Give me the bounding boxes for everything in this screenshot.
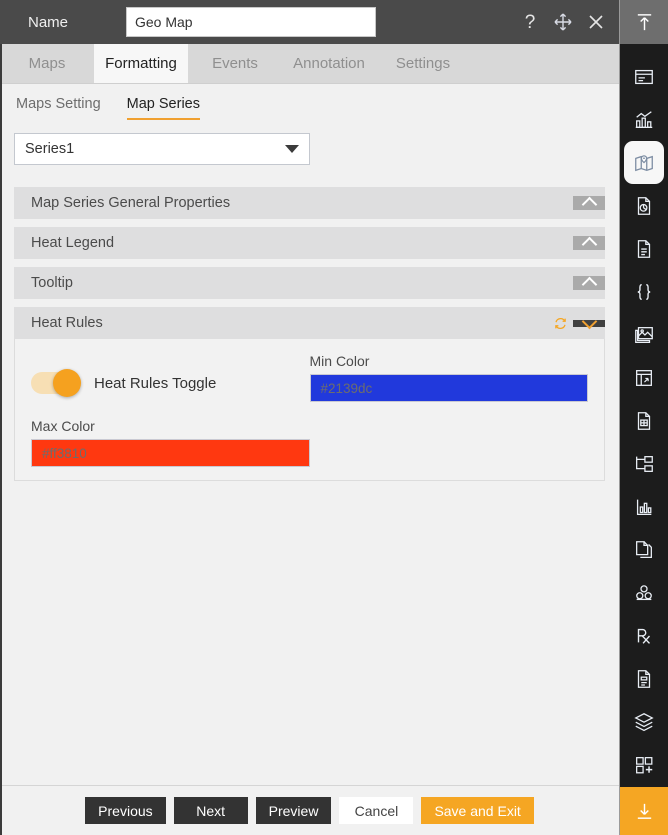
sub-tab-bar: Maps Setting Map Series (0, 84, 619, 121)
refresh-icon[interactable] (547, 316, 573, 331)
page-grid-icon[interactable] (624, 399, 664, 442)
cubes-icon[interactable] (624, 571, 664, 614)
map-pin-icon[interactable] (624, 141, 664, 184)
section-map-series-general-properties[interactable]: Map Series General Properties (14, 187, 605, 219)
curly-braces-icon[interactable] (624, 270, 664, 313)
title-bar: Name ? (0, 0, 619, 44)
heat-rules-toggle-row: Heat Rules Toggle (31, 369, 310, 397)
bar-chart-icon[interactable] (624, 98, 664, 141)
window-controls: ? (520, 12, 606, 32)
toggle-knob (53, 369, 81, 397)
heat-rules-row-bottom: Max Color #ff3810 (31, 418, 588, 467)
dialog-body: Name ? (0, 0, 620, 835)
report-pie-document-icon[interactable] (624, 184, 664, 227)
section-heat-rules[interactable]: Heat Rules (14, 307, 605, 339)
chevron-down-icon[interactable] (573, 313, 605, 329)
section-tools (573, 267, 605, 299)
section-label: Map Series General Properties (31, 195, 231, 211)
name-input[interactable] (126, 7, 376, 37)
heat-rules-row-top: Heat Rules Toggle Min Color #2139dc (31, 353, 588, 402)
geo-map-configuration-dialog: Name ? (0, 0, 668, 835)
heat-rules-toggle[interactable] (31, 369, 81, 397)
preview-button[interactable]: Preview (255, 797, 332, 824)
chevron-up-icon[interactable] (573, 236, 605, 253)
close-icon[interactable] (586, 12, 606, 32)
chart-axis-icon[interactable] (624, 485, 664, 528)
section-label: Heat Legend (31, 235, 115, 251)
download-icon[interactable] (620, 787, 668, 835)
rail-item-list (624, 44, 664, 787)
question-mark-icon[interactable]: ? (520, 12, 540, 32)
accordion-list: Map Series General Properties Heat Legen… (14, 187, 605, 339)
name-label: Name (28, 13, 69, 31)
right-toolbar (620, 0, 668, 835)
main-tab-bar: Maps Formatting Events Annotation Settin… (0, 44, 619, 84)
next-button[interactable]: Next (173, 797, 248, 824)
tab-maps[interactable]: Maps (0, 44, 94, 83)
max-color-column: Max Color #ff3810 (31, 418, 310, 467)
chevron-down-icon (285, 145, 299, 153)
section-label: Tooltip (31, 275, 73, 291)
prescription-rx-icon[interactable] (624, 614, 664, 657)
series-select-value: Series1 (25, 141, 75, 157)
section-tools (573, 187, 605, 219)
min-color-input[interactable]: #2139dc (309, 374, 588, 402)
svg-text:?: ? (525, 12, 536, 32)
subtab-map-series[interactable]: Map Series (125, 89, 202, 120)
image-gallery-icon[interactable] (624, 313, 664, 356)
section-tools (547, 307, 605, 339)
section-heat-legend[interactable]: Heat Legend (14, 227, 605, 259)
form-document-icon[interactable] (624, 657, 664, 700)
cancel-button[interactable]: Cancel (339, 797, 414, 824)
section-label: Heat Rules (31, 315, 103, 331)
max-color-input[interactable]: #ff3810 (31, 439, 310, 467)
min-color-column: Min Color #2139dc (309, 353, 588, 402)
heat-rules-toggle-label: Heat Rules Toggle (94, 374, 217, 392)
heat-rules-toggle-column: Heat Rules Toggle (31, 353, 310, 402)
section-tooltip[interactable]: Tooltip (14, 267, 605, 299)
min-color-label: Min Color (309, 353, 370, 369)
max-color-label: Max Color (31, 418, 95, 434)
collapse-up-icon[interactable] (620, 0, 668, 44)
section-tools (573, 227, 605, 259)
dialog-content: Series1 Map Series General Properties He… (0, 121, 619, 785)
heat-rules-panel: Heat Rules Toggle Min Color #2139dc Max … (14, 339, 605, 481)
tab-events[interactable]: Events (188, 44, 282, 83)
window-panel-icon[interactable] (624, 55, 664, 98)
chevron-up-icon[interactable] (573, 276, 605, 293)
text-document-icon[interactable] (624, 227, 664, 270)
subtab-maps-setting[interactable]: Maps Setting (14, 89, 103, 117)
table-layout-icon[interactable] (624, 356, 664, 399)
tab-settings[interactable]: Settings (376, 44, 470, 83)
hierarchy-tree-icon[interactable] (624, 442, 664, 485)
move-icon[interactable] (553, 12, 573, 32)
previous-button[interactable]: Previous (85, 797, 166, 824)
layers-icon[interactable] (624, 700, 664, 743)
chevron-up-icon[interactable] (573, 196, 605, 213)
copy-page-icon[interactable] (624, 528, 664, 571)
add-widget-icon[interactable] (624, 743, 664, 786)
save-and-exit-button[interactable]: Save and Exit (421, 797, 534, 824)
tab-formatting[interactable]: Formatting (94, 44, 188, 83)
dialog-footer: Previous Next Preview Cancel Save and Ex… (0, 785, 619, 835)
series-select[interactable]: Series1 (14, 133, 310, 165)
tab-annotation[interactable]: Annotation (282, 44, 376, 83)
